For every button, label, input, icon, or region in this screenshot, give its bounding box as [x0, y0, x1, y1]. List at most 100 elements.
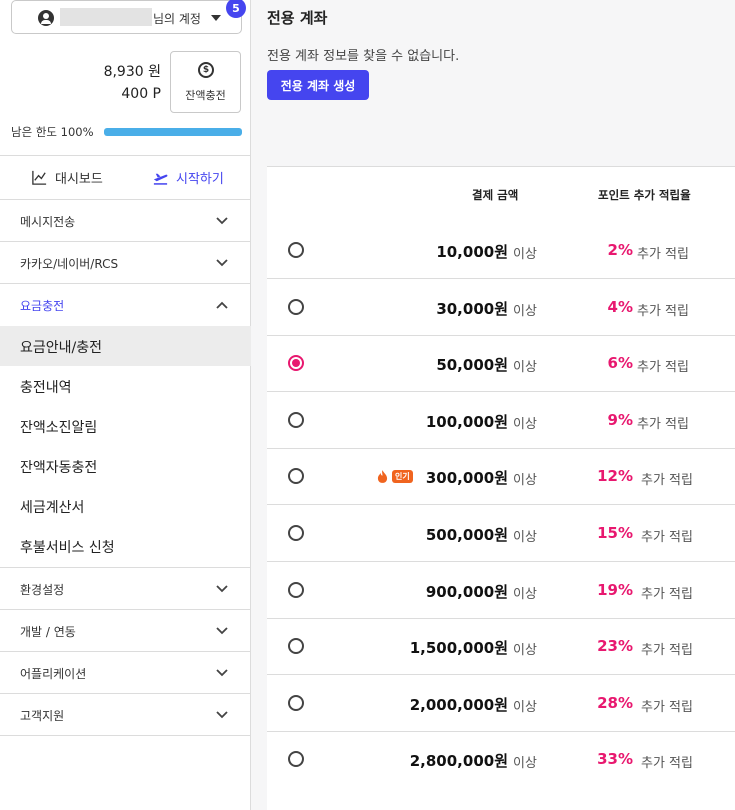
chevron-up-icon	[216, 301, 228, 309]
limit-progress-bar	[104, 128, 242, 136]
table-row[interactable]: 10,000원 이상 2% 추가 적립	[267, 222, 735, 279]
sidebar: 님의 계정 5 8,930 원 400 P $ 잔액충전 남은 한도 100% …	[0, 0, 251, 810]
plan-rate: 19%	[597, 581, 633, 599]
menu-section-message-send[interactable]: 메시지전송	[0, 200, 251, 242]
plan-amount-suffix: 이상	[513, 587, 537, 602]
plan-radio[interactable]	[288, 412, 304, 428]
plan-amount: 500,000원	[425, 526, 508, 544]
plan-radio[interactable]	[288, 582, 304, 598]
plan-radio[interactable]	[288, 299, 304, 315]
table-row[interactable]: 900,000원 이상 19% 추가 적립	[267, 562, 735, 619]
plan-radio[interactable]	[288, 242, 304, 258]
submenu-item-label: 요금안내/충전	[20, 340, 102, 356]
menu-section-label: 카카오/네이버/RCS	[20, 257, 119, 271]
menu-section-label: 요금충전	[20, 299, 65, 313]
airplane-takeoff-icon	[153, 173, 168, 185]
chevron-down-icon	[216, 259, 228, 267]
plan-amount-suffix: 이상	[513, 756, 537, 771]
plan-radio[interactable]	[288, 638, 304, 654]
plan-rate-suffix: 추가 적립	[641, 587, 693, 602]
plan-rate-suffix: 추가 적립	[641, 473, 693, 488]
plan-rate-suffix: 추가 적립	[641, 643, 693, 658]
popular-badge: 인기	[392, 470, 413, 483]
plan-amount: 100,000원	[425, 413, 508, 431]
pricing-table: 결제 금액 포인트 추가 적립율 10,000원 이상 2% 추가 적립 30,000원…	[267, 166, 735, 810]
create-account-button[interactable]: 전용 계좌 생성	[267, 70, 369, 100]
submenu-item-tax-invoice[interactable]: 세금계산서	[0, 486, 251, 526]
account-label: 님의 계정	[153, 12, 201, 26]
plan-rate: 15%	[597, 524, 633, 542]
table-row[interactable]: 50,000원 이상 6% 추가 적립	[267, 335, 735, 392]
masked-account-name	[60, 8, 152, 26]
balance-points: 400 P	[121, 86, 161, 102]
plan-radio[interactable]	[288, 751, 304, 767]
menu-section-label: 환경설정	[20, 583, 65, 597]
plan-amount: 10,000원	[436, 243, 508, 261]
menu-section-charge[interactable]: 요금충전	[0, 284, 251, 326]
plan-amount-suffix: 이상	[513, 247, 537, 262]
menu-section-support[interactable]: 고객지원	[0, 694, 251, 736]
plan-rate: 28%	[597, 694, 633, 712]
charge-balance-label: 잔액충전	[185, 89, 226, 102]
plan-rate-suffix: 추가 적립	[641, 700, 693, 715]
submenu-item-charge-history[interactable]: 충전내역	[0, 366, 251, 406]
dashboard-link[interactable]: 대시보드	[31, 168, 103, 187]
limit-progress-fill	[104, 128, 242, 136]
table-row[interactable]: 2,800,000원 이상 33% 추가 적립	[267, 731, 735, 788]
plan-rate: 2%	[607, 241, 633, 259]
plan-amount: 2,000,000원	[409, 696, 508, 714]
plan-amount-suffix: 이상	[513, 417, 537, 432]
plan-rate: 23%	[597, 637, 633, 655]
plan-amount-suffix: 이상	[513, 700, 537, 715]
submenu-item-postpaid-apply[interactable]: 후불서비스 신청	[0, 526, 251, 566]
plan-amount-suffix: 이상	[513, 643, 537, 658]
table-row[interactable]: 1,500,000원 이상 23% 추가 적립	[267, 618, 735, 675]
table-row[interactable]: 500,000원 이상 15% 추가 적립	[267, 505, 735, 562]
page-title: 전용 계좌	[267, 9, 328, 27]
plan-radio[interactable]	[288, 525, 304, 541]
table-row[interactable]: 인기 300,000원 이상 12% 추가 적립	[267, 448, 735, 505]
popular-indicator: 인기	[377, 470, 413, 483]
account-dropdown-button[interactable]: 님의 계정	[11, 0, 242, 34]
menu-section-settings[interactable]: 환경설정	[0, 568, 251, 610]
plan-rate-suffix: 추가 적립	[641, 756, 693, 771]
menu-section-kakao-naver-rcs[interactable]: 카카오/네이버/RCS	[0, 242, 251, 284]
plan-amount-suffix: 이상	[513, 304, 537, 319]
plan-rate: 4%	[607, 298, 633, 316]
plan-rate-suffix: 추가 적립	[637, 417, 689, 432]
plan-radio[interactable]	[288, 355, 304, 371]
table-row[interactable]: 30,000원 이상 4% 추가 적립	[267, 279, 735, 336]
plan-rate: 6%	[607, 354, 633, 372]
submenu-item-label: 잔액자동충전	[20, 460, 98, 476]
chevron-down-icon	[216, 711, 228, 719]
plan-amount: 50,000원	[436, 356, 508, 374]
submenu-item-balance-alert[interactable]: 잔액소진알림	[0, 406, 251, 446]
submenu-item-auto-charge[interactable]: 잔액자동충전	[0, 446, 251, 486]
start-label: 시작하기	[176, 172, 224, 187]
plan-rate-suffix: 추가 적립	[637, 304, 689, 319]
menu-section-label: 고객지원	[20, 709, 65, 723]
plan-radio[interactable]	[288, 695, 304, 711]
plan-rate-suffix: 추가 적립	[637, 247, 689, 262]
table-row[interactable]: 100,000원 이상 9% 추가 적립	[267, 392, 735, 449]
plan-amount: 30,000원	[436, 300, 508, 318]
table-row[interactable]: 2,000,000원 이상 28% 추가 적립	[267, 675, 735, 732]
flame-icon	[377, 470, 388, 483]
submenu-item-label: 충전내역	[20, 380, 72, 396]
submenu-item-label: 잔액소진알림	[20, 420, 98, 436]
plan-amount: 2,800,000원	[409, 752, 508, 770]
plan-rate: 33%	[597, 750, 633, 768]
quick-links: 대시보드 시작하기	[0, 155, 251, 200]
submenu-item-label: 세금계산서	[20, 500, 85, 516]
chevron-down-icon	[216, 627, 228, 635]
chevron-down-icon	[216, 217, 228, 225]
plan-amount-suffix: 이상	[513, 530, 537, 545]
account-not-found-message: 전용 계좌 정보를 찾을 수 없습니다.	[267, 49, 460, 64]
submenu-item-pricing-charge[interactable]: 요금안내/충전	[0, 326, 251, 366]
menu-section-application[interactable]: 어플리케이션	[0, 652, 251, 694]
start-link[interactable]: 시작하기	[152, 168, 224, 187]
notification-badge[interactable]: 5	[226, 0, 246, 18]
plan-radio[interactable]	[288, 468, 304, 484]
charge-balance-button[interactable]: $ 잔액충전	[170, 51, 241, 113]
menu-section-dev-integration[interactable]: 개발 / 연동	[0, 610, 251, 652]
